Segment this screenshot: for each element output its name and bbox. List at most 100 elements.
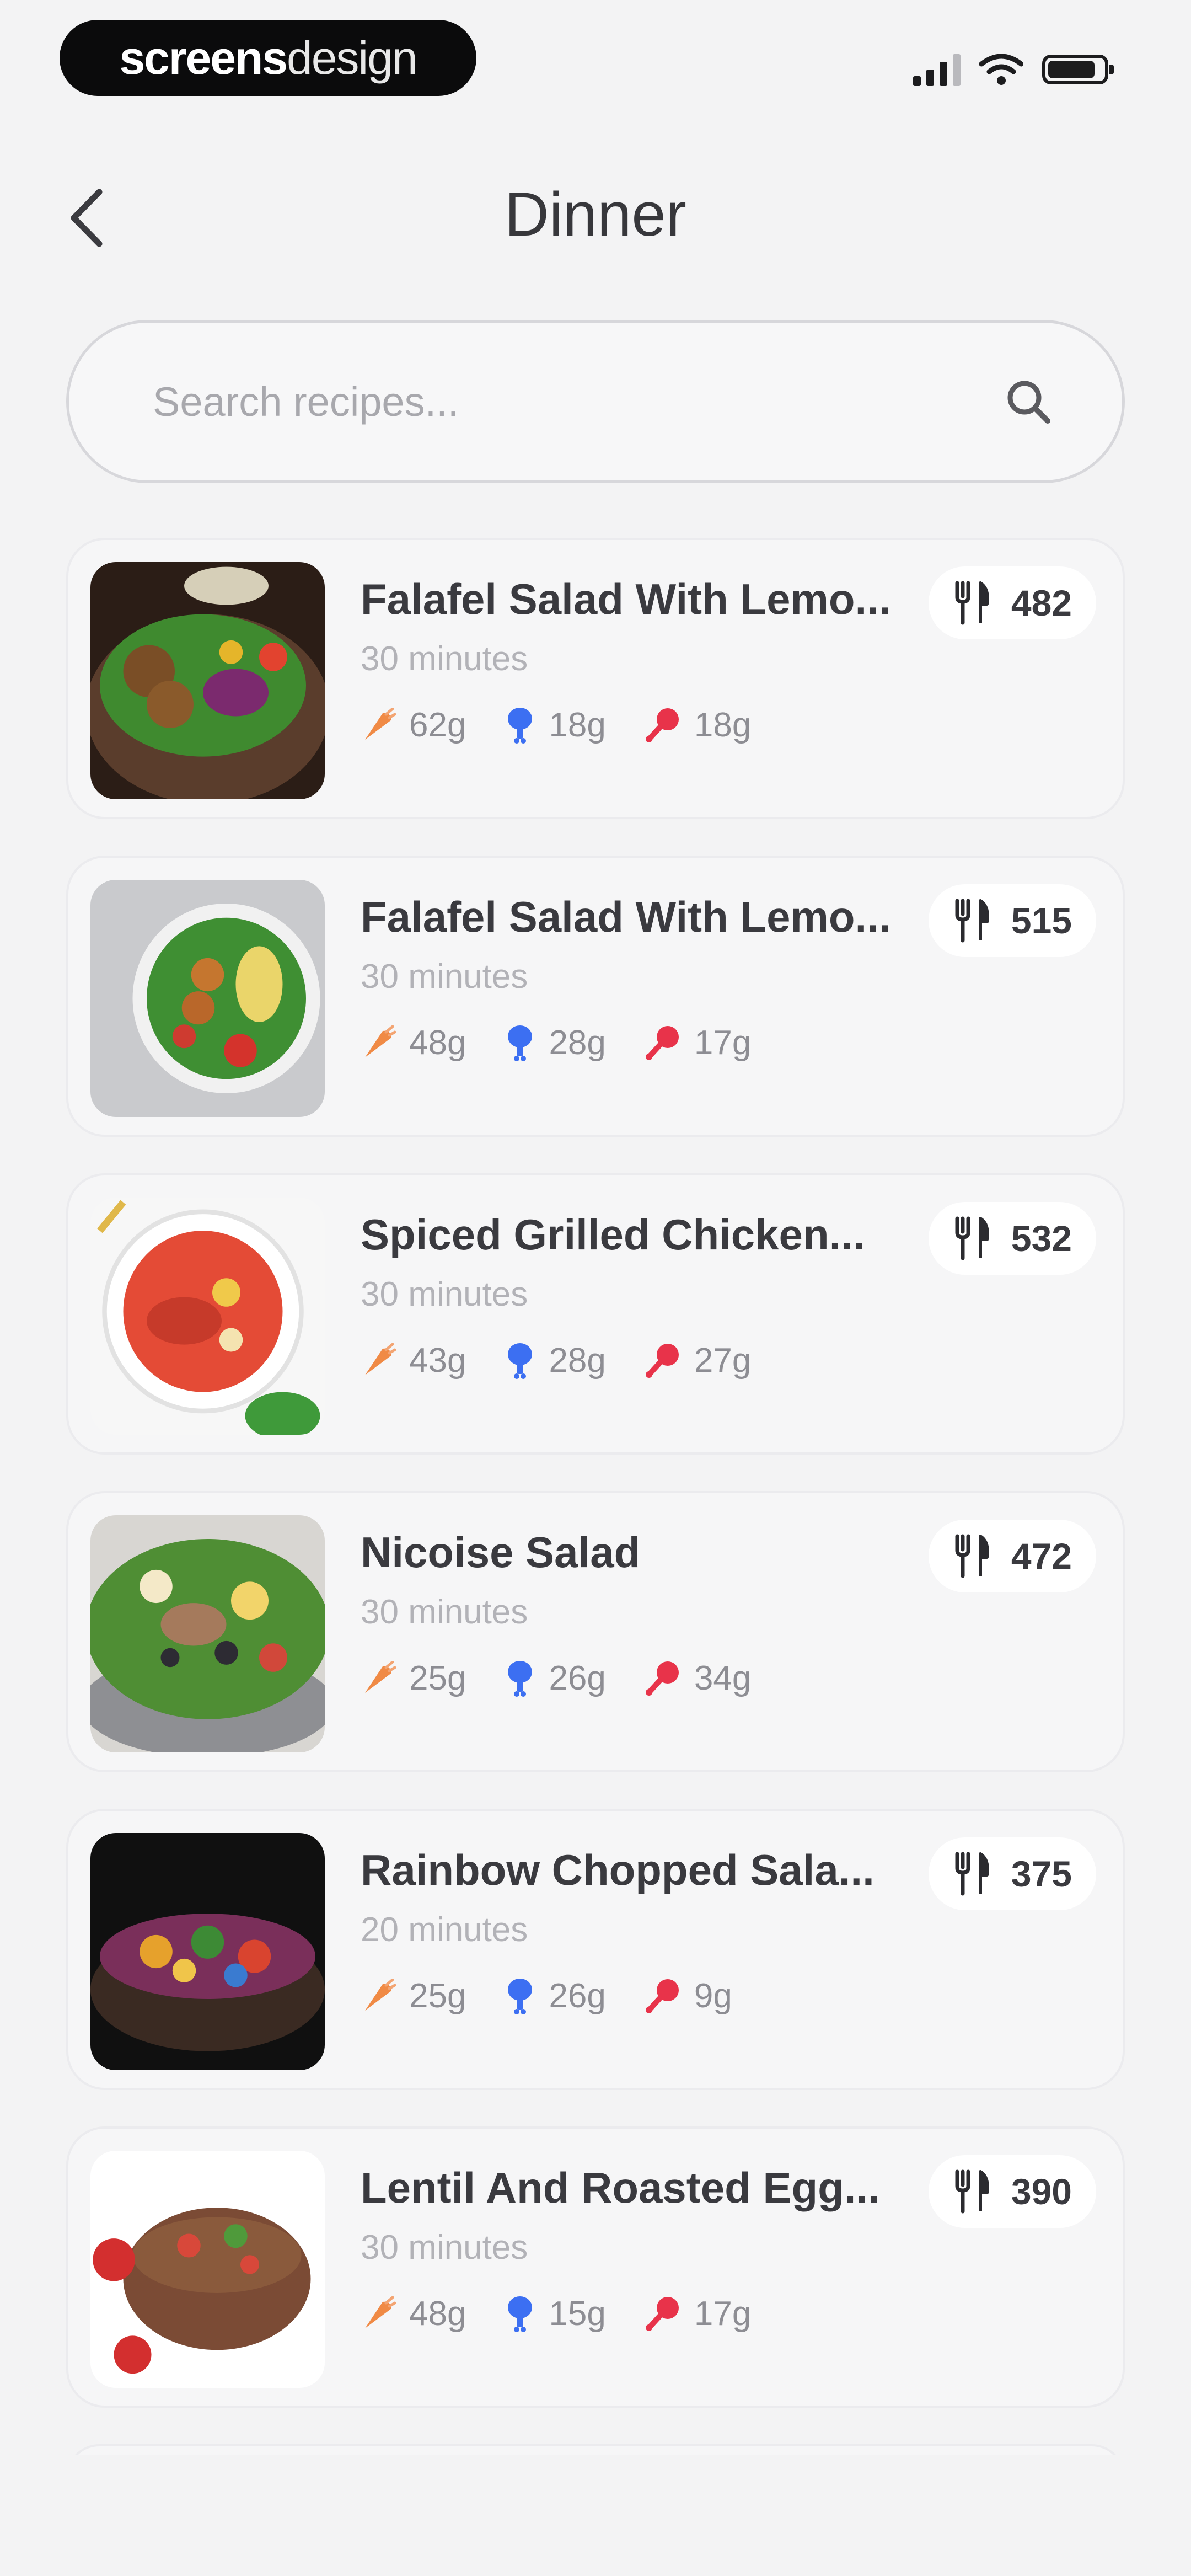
page-title: Dinner: [505, 180, 686, 249]
calories-badge: 375: [928, 1837, 1096, 1910]
carrot-icon: [365, 707, 396, 740]
bottom-fade: [0, 2455, 1191, 2576]
macros-row: 62g 18g 18g: [361, 706, 751, 745]
recipe-title: Falafel Salad With Lemo...: [361, 575, 891, 623]
fat-stat: 34g: [645, 1659, 751, 1698]
macros-row: 43g 28g 27g: [361, 1341, 751, 1380]
fat-icon: [645, 708, 679, 742]
recipe-title: Rainbow Chopped Sala...: [361, 1846, 875, 1894]
search-icon: [1007, 381, 1050, 424]
calories-badge: 482: [928, 566, 1096, 639]
protein-value: 26g: [549, 1659, 606, 1697]
recipe-card[interactable]: Spiced Grilled Chicken... 30 minutes 43g…: [66, 1173, 1125, 1455]
carbs-stat: 62g: [361, 706, 466, 745]
protein-value: 28g: [549, 1024, 606, 1062]
fat-icon: [645, 2296, 679, 2331]
protein-icon: [508, 1660, 533, 1697]
recipe-title: Lentil And Roasted Egg...: [361, 2163, 880, 2212]
calories-badge: 515: [928, 884, 1096, 957]
carbs-stat: 25g: [361, 1659, 466, 1698]
protein-stat: 26g: [505, 1659, 606, 1698]
search-button[interactable]: [984, 357, 1072, 446]
carbs-value: 48g: [409, 2295, 466, 2333]
carbs-value: 25g: [409, 1659, 466, 1697]
protein-value: 26g: [549, 1977, 606, 2015]
fat-value: 18g: [694, 706, 752, 744]
calories-badge: 390: [928, 2155, 1096, 2228]
carbs-stat: 48g: [361, 2294, 466, 2333]
fat-stat: 17g: [645, 2294, 751, 2333]
fat-value: 27g: [694, 1342, 752, 1380]
search-input[interactable]: [152, 377, 984, 426]
recipe-card[interactable]: Lentil And Roasted Egg... 30 minutes 48g…: [66, 2126, 1125, 2408]
calories-badge: 532: [928, 1202, 1096, 1275]
calories-value: 375: [1011, 1853, 1072, 1894]
carbs-stat: 43g: [361, 1341, 466, 1380]
protein-stat: 15g: [505, 2294, 606, 2333]
fat-stat: 17g: [645, 1023, 751, 1062]
carbs-value: 43g: [409, 1342, 466, 1380]
fat-value: 17g: [694, 1024, 752, 1062]
wifi-icon: [979, 54, 1023, 85]
carrot-icon: [365, 1978, 396, 2011]
recipe-image: [90, 2151, 325, 2388]
calories-value: 515: [1011, 900, 1072, 941]
recipe-image: [90, 1198, 325, 1435]
status-icons: [913, 46, 1114, 93]
calories-value: 482: [1011, 582, 1072, 623]
carbs-value: 25g: [409, 1977, 466, 2015]
fat-icon: [645, 1979, 679, 2013]
protein-icon: [508, 1025, 533, 1061]
macros-row: 25g 26g 9g: [361, 1976, 732, 2016]
carrot-icon: [365, 1343, 396, 1375]
fat-stat: 9g: [645, 1976, 732, 2016]
calories-value: 472: [1011, 1536, 1072, 1576]
recipe-card[interactable]: Falafel Salad With Lemo... 30 minutes 62…: [66, 538, 1125, 819]
recipe-title: Nicoise Salad: [361, 1528, 641, 1576]
recipe-card[interactable]: Rainbow Chopped Sala... 20 minutes 25g 2…: [66, 1809, 1125, 2090]
protein-icon: [508, 707, 533, 744]
recipe-time: 20 minutes: [361, 1911, 528, 1949]
fat-stat: 27g: [645, 1341, 751, 1380]
carbs-value: 48g: [409, 1024, 466, 1062]
carrot-icon: [365, 1025, 396, 1057]
carbs-value: 62g: [409, 706, 466, 744]
macros-row: 48g 28g 17g: [361, 1023, 751, 1062]
fat-icon: [645, 1343, 679, 1378]
recipe-card[interactable]: Falafel Salad With Lemo... 30 minutes 48…: [66, 856, 1125, 1137]
calories-value: 390: [1011, 2171, 1072, 2212]
fork-knife-icon: [955, 1216, 989, 1260]
recipe-card[interactable]: Nicoise Salad 30 minutes 25g 26g 34g 472: [66, 1491, 1125, 1772]
protein-stat: 26g: [505, 1976, 606, 2016]
fork-knife-icon: [955, 581, 989, 625]
protein-stat: 28g: [505, 1341, 606, 1380]
recipe-image: [90, 1833, 325, 2070]
carbs-stat: 25g: [361, 1976, 466, 2016]
recipe-time: 30 minutes: [361, 958, 528, 996]
calories-value: 532: [1011, 1218, 1072, 1259]
nav-bar: Dinner: [0, 149, 1191, 287]
protein-icon: [508, 1343, 533, 1379]
protein-stat: 18g: [505, 706, 606, 745]
fat-value: 17g: [694, 2295, 752, 2333]
protein-icon: [508, 2296, 533, 2332]
brand-badge: screens design: [60, 20, 476, 96]
protein-value: 18g: [549, 706, 606, 744]
protein-stat: 28g: [505, 1023, 606, 1062]
fat-value: 34g: [694, 1659, 752, 1697]
status-bar: screens design: [0, 0, 1191, 116]
fork-knife-icon: [955, 1534, 989, 1578]
fat-icon: [645, 1025, 679, 1060]
fork-knife-icon: [955, 2169, 989, 2214]
carrot-icon: [365, 1660, 396, 1693]
calories-badge: 472: [928, 1520, 1096, 1592]
battery-icon: [1042, 55, 1114, 84]
fat-value: 9g: [694, 1977, 732, 2015]
brand-text-light: design: [287, 31, 418, 84]
recipe-title: Falafel Salad With Lemo...: [361, 892, 891, 941]
recipe-title: Spiced Grilled Chicken...: [361, 1210, 865, 1259]
recipe-time: 30 minutes: [361, 1593, 528, 1631]
carbs-stat: 48g: [361, 1023, 466, 1062]
brand-text-bold: screens: [119, 31, 288, 84]
recipe-image: [90, 1515, 325, 1752]
